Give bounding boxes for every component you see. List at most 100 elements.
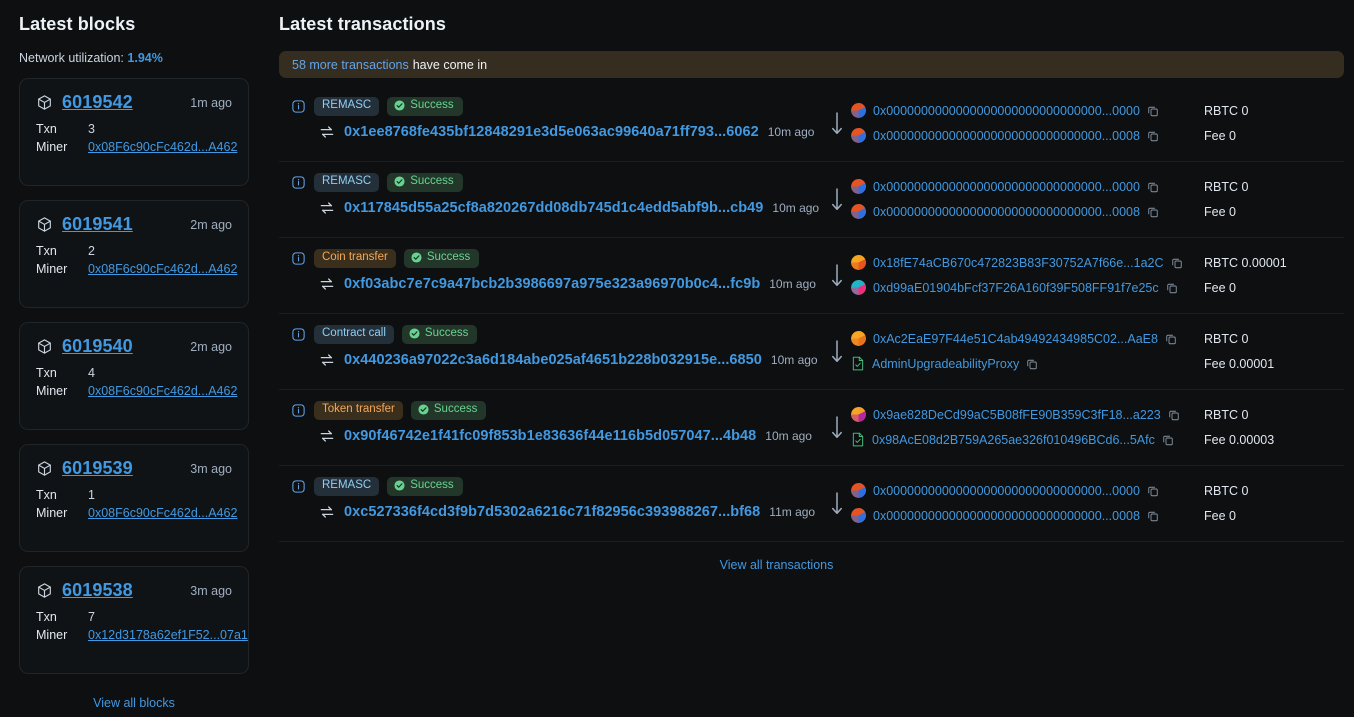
info-icon[interactable] <box>291 175 306 190</box>
copy-icon[interactable] <box>1165 332 1177 345</box>
to-address-link[interactable]: 0x98AcE08d2B759A265ae326f010496BCd6...5A… <box>872 433 1155 447</box>
block-number-link[interactable]: 6019541 <box>62 214 133 235</box>
view-all-transactions-link[interactable]: View all transactions <box>279 542 1274 572</box>
address-identicon <box>851 103 866 118</box>
to-address-link[interactable]: 0x0000000000000000000000000000000...0008 <box>873 205 1140 219</box>
table-row: REMASC Success 0xc527336f4cd3f9b7d5302a6… <box>279 466 1344 542</box>
block-number-link[interactable]: 6019540 <box>62 336 133 357</box>
address-stack: 0x18fE74aCB670c472823B83F30752A7f66e...1… <box>851 250 1183 300</box>
to-address-link[interactable]: AdminUpgradeabilityProxy <box>872 357 1019 371</box>
to-address-row: AdminUpgradeabilityProxy <box>851 351 1177 376</box>
transaction-hash-link[interactable]: 0x1ee8768fe435bf12848291e3d5e063ac99640a… <box>344 124 759 140</box>
copy-icon[interactable] <box>1147 509 1159 522</box>
block-miner-link[interactable]: 0x08F6c90cFc462d...A462 <box>88 262 237 276</box>
info-icon[interactable] <box>291 327 306 342</box>
transaction-age: 10m ago <box>769 277 816 291</box>
transaction-value: RBTC 0 <box>1204 403 1344 428</box>
block-card[interactable]: 6019541 2m ago Txn 2 Miner 0x08F6c90cFc4… <box>19 200 249 308</box>
block-miner-link[interactable]: 0x08F6c90cFc462d...A462 <box>88 384 237 398</box>
cube-icon <box>36 582 53 599</box>
transaction-fee: Fee 0.00003 <box>1204 428 1344 453</box>
info-icon[interactable] <box>291 251 306 266</box>
transaction-addresses: 0xAc2EaE97F44e51C4ab49492434985C02...AaE… <box>830 325 1194 376</box>
transaction-values: RBTC 0 Fee 0.00001 <box>1194 325 1344 377</box>
view-all-blocks-link[interactable]: View all blocks <box>19 688 249 717</box>
arrow-down-icon <box>830 486 844 520</box>
to-address-link[interactable]: 0x0000000000000000000000000000000...0008 <box>873 129 1140 143</box>
from-address-link[interactable]: 0xAc2EaE97F44e51C4ab49492434985C02...AaE… <box>873 332 1158 346</box>
copy-icon[interactable] <box>1147 129 1159 142</box>
copy-icon[interactable] <box>1026 357 1038 370</box>
block-miner-link[interactable]: 0x08F6c90cFc462d...A462 <box>88 506 237 520</box>
transaction-fee: Fee 0 <box>1204 124 1344 149</box>
check-circle-icon <box>411 252 422 263</box>
block-number-link[interactable]: 6019542 <box>62 92 133 113</box>
transaction-hash-link[interactable]: 0xf03abc7e7c9a47bcb2b3986697a975e323a969… <box>344 276 760 292</box>
info-icon[interactable] <box>291 403 306 418</box>
block-miner-link[interactable]: 0x12d3178a62ef1F52...07a1 <box>88 628 248 642</box>
block-card[interactable]: 6019542 1m ago Txn 3 Miner 0x08F6c90cFc4… <box>19 78 249 186</box>
copy-icon[interactable] <box>1166 281 1178 294</box>
transaction-hash-row: 0xf03abc7e7c9a47bcb2b3986697a975e323a969… <box>291 276 830 292</box>
copy-icon[interactable] <box>1147 180 1159 193</box>
block-miner-label: Miner <box>36 262 88 276</box>
transaction-age: 11m ago <box>769 505 815 519</box>
from-address-row: 0x18fE74aCB670c472823B83F30752A7f66e...1… <box>851 250 1183 275</box>
from-address-link[interactable]: 0x0000000000000000000000000000000...0000 <box>873 484 1140 498</box>
info-icon[interactable] <box>291 479 306 494</box>
from-address-link[interactable]: 0x18fE74aCB670c472823B83F30752A7f66e...1… <box>873 256 1164 270</box>
info-icon[interactable] <box>291 99 306 114</box>
status-badge: Success <box>402 325 477 344</box>
transaction-badges: Contract call Success <box>291 325 830 344</box>
to-address-link[interactable]: 0xd99aE01904bFcf37F26A160f39F508FF91f7e2… <box>873 281 1159 295</box>
to-address-row: 0x0000000000000000000000000000000...0008 <box>851 199 1159 224</box>
transaction-hash-link[interactable]: 0xc527336f4cd3f9b7d5302a6216c71f82956c39… <box>344 504 760 520</box>
from-address-row: 0x9ae828DeCd99aC5B08fFE90B359C3fF18...a2… <box>851 402 1180 427</box>
block-txn-row: Txn 2 <box>36 244 232 258</box>
latest-blocks-panel: Latest blocks Network utilization: 1.94%… <box>0 0 265 717</box>
address-identicon <box>851 280 866 295</box>
transaction-hash-link[interactable]: 0x440236a97022c3a6d184abe025af4651b228b0… <box>344 352 762 368</box>
block-miner-row: Miner 0x08F6c90cFc462d...A462 <box>36 140 232 154</box>
new-transactions-alert[interactable]: 58 more transactions have come in <box>279 51 1344 78</box>
block-card[interactable]: 6019538 3m ago Txn 7 Miner 0x12d3178a62e… <box>19 566 249 674</box>
transaction-type-badge: REMASC <box>314 173 379 192</box>
from-address-link[interactable]: 0x0000000000000000000000000000000...0000 <box>873 104 1140 118</box>
block-card[interactable]: 6019539 3m ago Txn 1 Miner 0x08F6c90cFc4… <box>19 444 249 552</box>
status-badge: Success <box>404 249 479 268</box>
to-address-link[interactable]: 0x0000000000000000000000000000000...0008 <box>873 509 1140 523</box>
from-address-link[interactable]: 0x0000000000000000000000000000000...0000 <box>873 180 1140 194</box>
status-badge-label: Success <box>410 100 453 112</box>
transaction-age: 10m ago <box>772 201 819 215</box>
block-txn-value: 1 <box>88 488 95 502</box>
block-txn-row: Txn 7 <box>36 610 232 624</box>
transaction-hash-link[interactable]: 0x117845d55a25cf8a820267dd08db745d1c4edd… <box>344 200 763 216</box>
from-address-link[interactable]: 0x9ae828DeCd99aC5B08fFE90B359C3fF18...a2… <box>873 408 1161 422</box>
transaction-addresses: 0x18fE74aCB670c472823B83F30752A7f66e...1… <box>830 249 1194 300</box>
check-circle-icon <box>394 480 405 491</box>
new-transactions-count-link[interactable]: 58 more transactions <box>292 58 409 72</box>
copy-icon[interactable] <box>1147 104 1159 117</box>
transaction-summary: Coin transfer Success 0xf03abc7e7c9a47bc… <box>279 249 830 292</box>
copy-icon[interactable] <box>1162 433 1174 446</box>
block-miner-label: Miner <box>36 506 88 520</box>
block-miner-row: Miner 0x08F6c90cFc462d...A462 <box>36 262 232 276</box>
block-miner-link[interactable]: 0x08F6c90cFc462d...A462 <box>88 140 237 154</box>
block-number-link[interactable]: 6019539 <box>62 458 133 479</box>
transaction-hash-link[interactable]: 0x90f46742e1f41fc09f853b1e83636f44e116b5… <box>344 428 756 444</box>
block-miner-row: Miner 0x12d3178a62ef1F52...07a1 <box>36 628 232 642</box>
copy-icon[interactable] <box>1147 484 1159 497</box>
transaction-hash-row: 0x440236a97022c3a6d184abe025af4651b228b0… <box>291 352 830 368</box>
table-row: Coin transfer Success 0xf03abc7e7c9a47bc… <box>279 238 1344 314</box>
copy-icon[interactable] <box>1168 408 1180 421</box>
copy-icon[interactable] <box>1171 256 1183 269</box>
copy-icon[interactable] <box>1147 205 1159 218</box>
arrow-down-icon <box>830 258 844 292</box>
check-circle-icon <box>394 176 405 187</box>
address-stack: 0x0000000000000000000000000000000...0000… <box>851 478 1159 528</box>
block-txn-row: Txn 1 <box>36 488 232 502</box>
transaction-summary: REMASC Success 0x117845d55a25cf8a820267d… <box>279 173 830 216</box>
block-card[interactable]: 6019540 2m ago Txn 4 Miner 0x08F6c90cFc4… <box>19 322 249 430</box>
block-number-link[interactable]: 6019538 <box>62 580 133 601</box>
check-circle-icon <box>394 100 405 111</box>
